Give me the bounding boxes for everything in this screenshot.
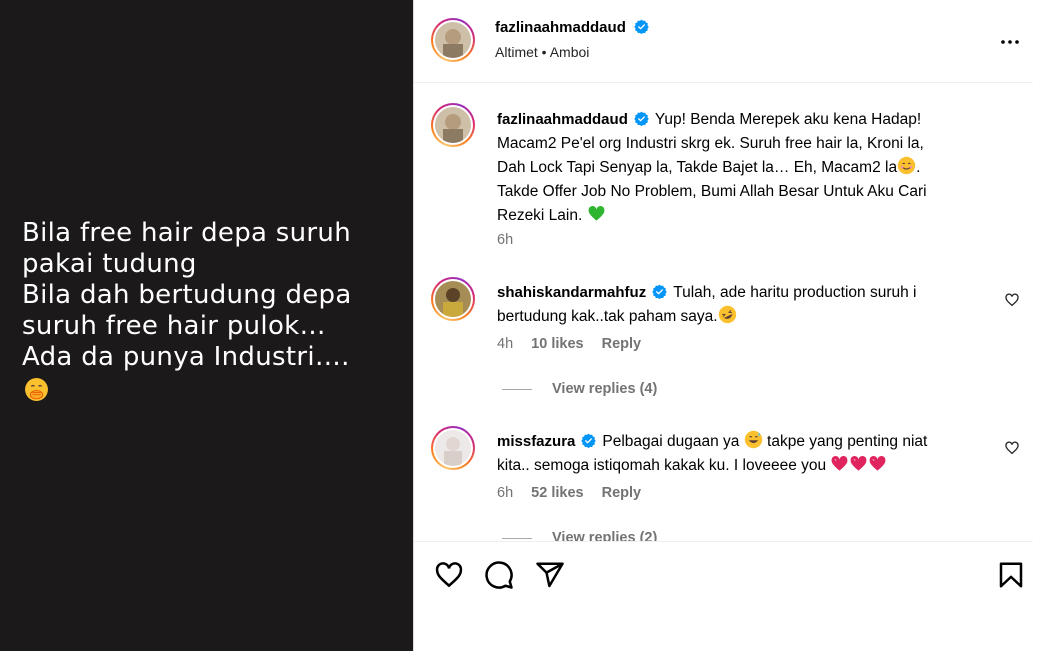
post-actions — [414, 541, 1034, 652]
bookmark-icon[interactable] — [996, 560, 1026, 590]
replies-divider — [502, 388, 532, 390]
comment-icon[interactable] — [484, 560, 514, 590]
view-replies-button[interactable]: View replies (4) — [502, 381, 657, 397]
grinning-sweat-emoji-icon — [744, 430, 762, 449]
comment-meta: 4h 10 likes Reply — [497, 336, 655, 352]
author-avatar[interactable] — [431, 18, 475, 62]
heart-emoji-icon — [832, 455, 848, 471]
caption-meta: 6h — [497, 232, 527, 248]
header-username[interactable]: fazlinaahmaddaud — [495, 19, 626, 36]
caption-line-3: Dah Lock Tapi Senyap la, Takde Bajet la…… — [497, 159, 898, 176]
comment-like-icon[interactable] — [1004, 292, 1020, 308]
caption-line-3-end: . — [916, 159, 921, 176]
post-media[interactable]: Bila free hair depa suruh pakai tudung B… — [0, 0, 413, 651]
comment-avatar[interactable] — [431, 426, 475, 470]
caption-line-2: Macam2 Pe'el org Industri skrg ek. Suruh… — [497, 135, 924, 152]
comment-line-1: Tulah, ade haritu production suruh i — [673, 284, 917, 301]
comments-section[interactable]: fazlinaahmaddaud Yup! Benda Merepek aku k… — [414, 83, 1034, 541]
comment-time[interactable]: 6h — [497, 485, 513, 501]
view-replies-label: View replies (2) — [552, 530, 658, 541]
header-audio[interactable]: Altimet • Amboi — [495, 44, 649, 60]
avatar-photo — [435, 107, 471, 143]
hand-over-mouth-emoji-icon — [25, 378, 48, 401]
rolling-laughing-emoji-icon — [718, 305, 736, 324]
comment-line-2: kita.. semoga istiqomah kakak ku. I love… — [497, 457, 827, 474]
verified-badge-icon — [634, 111, 649, 126]
avatar-photo — [435, 22, 471, 58]
comment-text: shahiskandarmahfuz Tulah, ade haritu prod… — [497, 281, 987, 329]
comment-username[interactable]: shahiskandarmahfuz — [497, 284, 646, 301]
avatar-photo — [435, 281, 471, 317]
view-replies-button[interactable]: View replies (2) — [502, 530, 657, 541]
comment-meta: 6h 52 likes Reply — [497, 485, 655, 501]
comment-line-1a: Pelbagai dugaan ya — [602, 433, 740, 450]
more-options-icon[interactable] — [998, 30, 1022, 54]
verified-badge-icon — [634, 19, 650, 34]
caption-text: fazlinaahmaddaud Yup! Benda Merepek aku k… — [497, 108, 987, 228]
caption-time[interactable]: 6h — [497, 232, 513, 248]
comment-avatar[interactable] — [431, 277, 475, 321]
comment-username[interactable]: missfazura — [497, 433, 575, 450]
comment-likes[interactable]: 52 likes — [531, 485, 583, 501]
share-icon[interactable] — [535, 560, 565, 590]
caption-avatar[interactable] — [431, 103, 475, 147]
comment-line-1b: takpe yang penting niat — [767, 433, 928, 450]
comment-text: missfazura Pelbagai dugaan ya takpe yang … — [497, 430, 987, 478]
comment-line-2: bertudung kak..tak paham saya. — [497, 308, 718, 325]
heart-emoji-icon — [851, 455, 867, 471]
avatar-photo — [435, 430, 471, 466]
comment-time[interactable]: 4h — [497, 336, 513, 352]
caption-line-4: Takde Offer Job No Problem, Bumi Allah B… — [497, 183, 927, 200]
green-heart-emoji-icon — [588, 205, 605, 221]
verified-badge-icon — [581, 433, 597, 448]
caption-line-5: Rezeki Lain. — [497, 207, 583, 224]
media-text: Bila free hair depa suruh pakai tudung B… — [22, 218, 352, 372]
caption-username[interactable]: fazlinaahmaddaud — [497, 111, 628, 128]
header-user-block: fazlinaahmaddaud Altimet • Amboi — [495, 19, 650, 60]
heart-emoji-icon — [870, 455, 886, 471]
smiling-face-emoji-icon — [897, 156, 916, 175]
reply-button[interactable]: Reply — [602, 485, 642, 501]
window-edge — [1033, 0, 1043, 651]
heart-icon[interactable] — [434, 560, 464, 590]
comment-likes[interactable]: 10 likes — [531, 336, 583, 352]
post-header: fazlinaahmaddaud Altimet • Amboi — [414, 0, 1034, 83]
view-replies-label: View replies (4) — [552, 381, 658, 397]
comment-like-icon[interactable] — [1004, 440, 1020, 456]
post-panel: fazlinaahmaddaud Altimet • Amboi fazlina… — [413, 0, 1034, 651]
verified-badge-icon — [652, 284, 667, 299]
caption-line-1: Yup! Benda Merepek aku kena Hadap! — [654, 111, 922, 128]
reply-button[interactable]: Reply — [602, 336, 642, 352]
replies-divider — [502, 537, 532, 539]
